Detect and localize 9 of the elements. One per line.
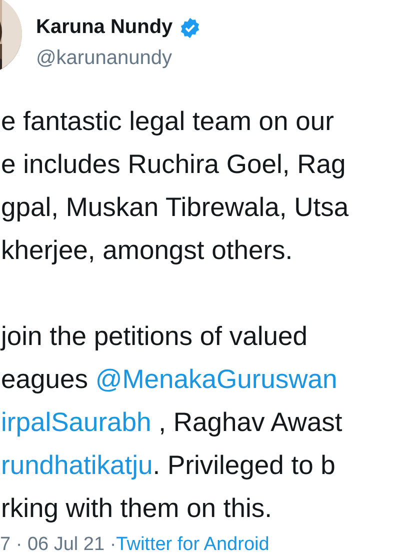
tweet-text: e fantastic legal team on our e includes Ruchira Goel, Rag gpal, Muskan Tibrewala, Utsa kherjee, amongst others. xyxy=(1,105,350,267)
mention-link[interactable]: rundhatikatju xyxy=(1,450,153,480)
author-name: Karuna Nundy xyxy=(36,16,173,39)
source-link[interactable]: Twitter for Android xyxy=(116,534,270,556)
mention-link[interactable]: @MenakaGuruswan xyxy=(95,364,338,394)
tweet-timestamp: 7 · 06 Jul 21 · xyxy=(0,534,116,556)
tweet-text: join the petitions of valued eagues @MenakaGuruswan irpalSaurabh , Raghav Awast rundhatikatju. Privileged to b rking with them on this. xyxy=(1,320,344,525)
author-handle: @karunanundy xyxy=(36,47,173,70)
mention-link[interactable]: irpalSaurabh xyxy=(1,407,152,437)
